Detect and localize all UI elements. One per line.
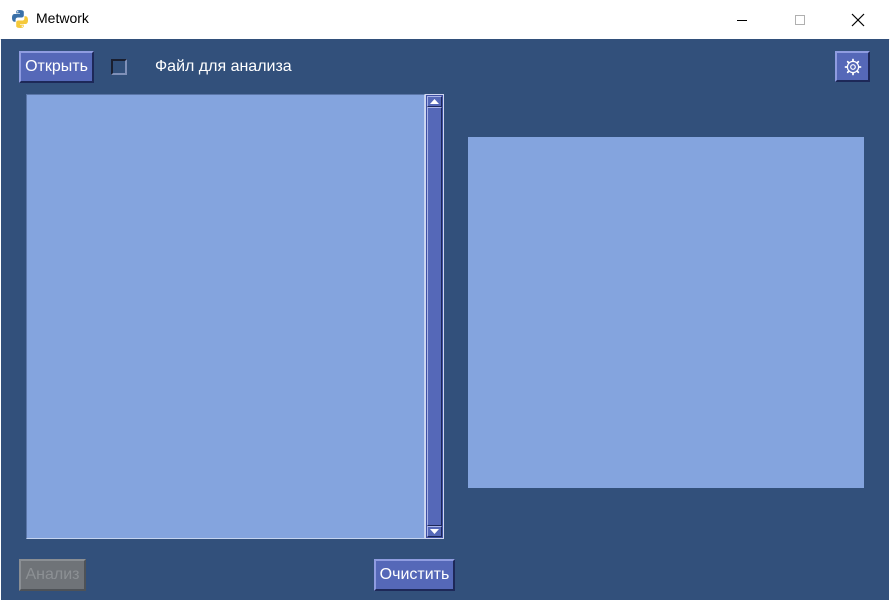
gear-icon xyxy=(844,58,861,75)
python-icon xyxy=(12,10,28,28)
scroll-thumb[interactable] xyxy=(427,107,442,526)
title-bar[interactable]: Metwork xyxy=(0,0,890,40)
arrow-up-icon xyxy=(430,99,439,104)
main-window: Открыть Файл для анализа Анализ Очистить xyxy=(1,39,889,600)
result-panel xyxy=(468,137,864,488)
clear-button[interactable]: Очистить xyxy=(374,559,455,591)
file-checkbox[interactable] xyxy=(111,59,127,75)
scroll-up-button[interactable] xyxy=(427,96,442,107)
close-icon xyxy=(851,13,865,26)
analyze-button[interactable]: Анализ xyxy=(19,559,86,591)
arrow-down-icon xyxy=(430,529,439,534)
file-list-scrollbar[interactable] xyxy=(425,94,444,539)
scroll-down-button[interactable] xyxy=(427,526,442,537)
file-label: Файл для анализа xyxy=(155,58,292,75)
open-button[interactable]: Открыть xyxy=(19,51,94,83)
settings-button[interactable] xyxy=(835,51,870,82)
maximize-icon xyxy=(795,14,805,25)
minimize-icon xyxy=(737,19,747,21)
close-button[interactable] xyxy=(835,0,881,39)
maximize-button[interactable] xyxy=(777,0,823,39)
minimize-button[interactable] xyxy=(719,0,765,39)
file-list[interactable] xyxy=(26,94,425,539)
window-title: Metwork xyxy=(36,10,89,26)
